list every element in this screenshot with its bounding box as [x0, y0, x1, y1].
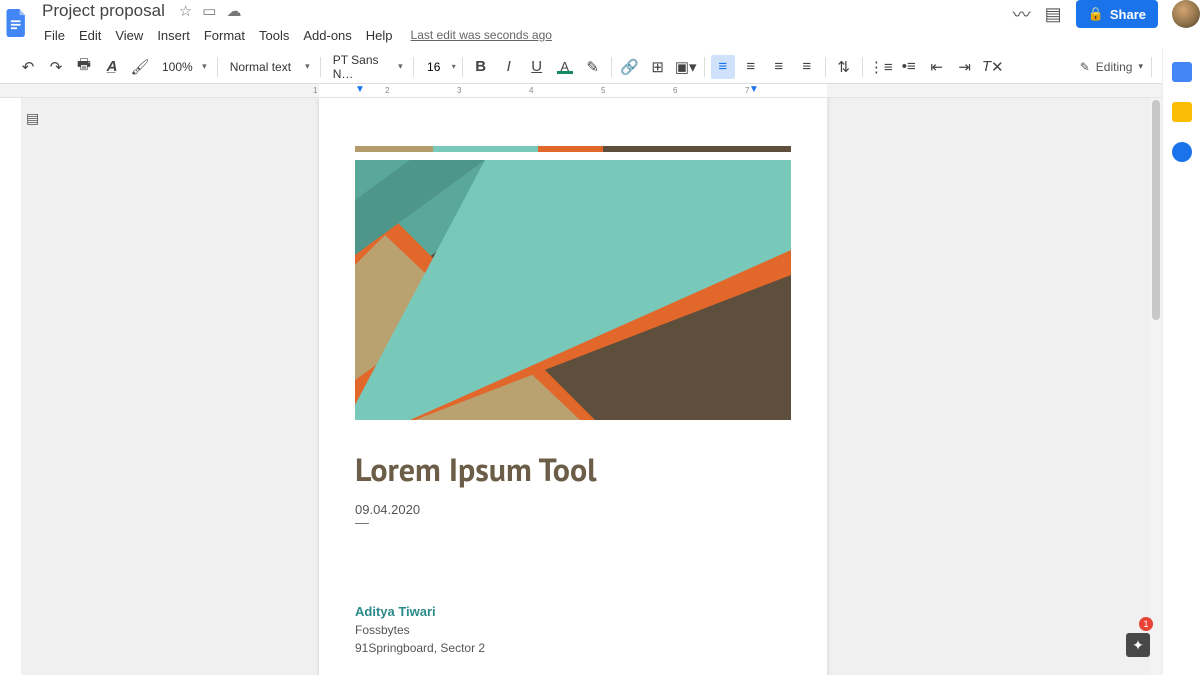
- menu-tools[interactable]: Tools: [253, 26, 295, 45]
- user-avatar[interactable]: [1172, 0, 1200, 28]
- numbered-list-button[interactable]: ⋮≡: [869, 55, 893, 79]
- zoom-select[interactable]: 100%: [156, 57, 211, 77]
- bulleted-list-button[interactable]: •≡: [897, 55, 921, 79]
- comments-icon[interactable]: ▤: [1045, 4, 1062, 25]
- undo-button[interactable]: ↶: [16, 55, 40, 79]
- menu-insert[interactable]: Insert: [151, 26, 196, 45]
- bold-button[interactable]: B: [469, 55, 493, 79]
- header-image[interactable]: [355, 146, 791, 420]
- align-justify-button[interactable]: ≡: [795, 55, 819, 79]
- underline-button[interactable]: U: [525, 55, 549, 79]
- paragraph-style-select[interactable]: Normal text: [224, 57, 309, 77]
- menu-format[interactable]: Format: [198, 26, 251, 45]
- share-button[interactable]: 🔒Share: [1076, 0, 1158, 28]
- star-icon[interactable]: ☆: [179, 2, 192, 20]
- document-page[interactable]: Lorem Ipsum Tool 09.04.2020 Aditya Tiwar…: [319, 98, 827, 675]
- font-select[interactable]: PT Sans N…: [327, 50, 407, 84]
- move-to-folder-icon[interactable]: ▭: [202, 2, 216, 20]
- redo-button[interactable]: ↷: [44, 55, 68, 79]
- paint-format-button[interactable]: 🖌: [128, 55, 152, 79]
- document-heading[interactable]: Lorem Ipsum Tool: [355, 448, 791, 490]
- menu-addons[interactable]: Add-ons: [297, 26, 357, 45]
- side-panel: [1162, 48, 1200, 675]
- horizontal-ruler[interactable]: 1 2 3 4 5 6 7 ▼ ▼: [0, 84, 1200, 98]
- author-org[interactable]: Fossbytes: [355, 623, 791, 637]
- toolbar: ↶ ↷ 🖶 A̲ 🖌 100% Normal text PT Sans N… 1…: [0, 50, 1200, 84]
- italic-button[interactable]: I: [497, 55, 521, 79]
- menu-view[interactable]: View: [109, 26, 149, 45]
- menu-file[interactable]: File: [38, 26, 71, 45]
- print-button[interactable]: 🖶: [72, 55, 96, 79]
- cloud-saved-icon: ☁: [226, 2, 241, 20]
- document-title[interactable]: Project proposal: [38, 0, 169, 23]
- insert-comment-button[interactable]: ⊞: [646, 55, 670, 79]
- increase-indent-button[interactable]: ⇥: [953, 55, 977, 79]
- spellcheck-button[interactable]: A̲: [100, 55, 124, 79]
- right-indent-marker-icon[interactable]: ▼: [749, 84, 759, 95]
- vertical-ruler[interactable]: [0, 98, 22, 675]
- highlight-button[interactable]: ✎: [581, 55, 605, 79]
- docs-logo[interactable]: [4, 6, 30, 40]
- activity-icon[interactable]: 〰: [1013, 1, 1031, 27]
- document-outline-button[interactable]: ▤: [26, 110, 44, 128]
- align-left-button[interactable]: ≡: [711, 55, 735, 79]
- calendar-addon-icon[interactable]: [1172, 62, 1192, 82]
- menu-bar: File Edit View Insert Format Tools Add-o…: [38, 24, 1013, 46]
- clear-formatting-button[interactable]: T✕: [981, 55, 1005, 79]
- document-date[interactable]: 09.04.2020: [355, 502, 791, 517]
- text-color-button[interactable]: A: [553, 55, 577, 79]
- pencil-icon: ✎: [1080, 60, 1090, 74]
- decrease-indent-button[interactable]: ⇤: [925, 55, 949, 79]
- author-address[interactable]: 91Springboard, Sector 2: [355, 641, 791, 655]
- explore-button[interactable]: ✦: [1126, 633, 1150, 657]
- keep-addon-icon[interactable]: [1172, 102, 1192, 122]
- tasks-addon-icon[interactable]: [1172, 142, 1192, 162]
- align-center-button[interactable]: ≡: [739, 55, 763, 79]
- divider: [355, 523, 369, 524]
- font-size-input[interactable]: 16: [420, 57, 448, 77]
- author-name[interactable]: Aditya Tiwari: [355, 604, 791, 619]
- line-spacing-button[interactable]: ⇅: [832, 55, 856, 79]
- last-edit-link[interactable]: Last edit was seconds ago: [411, 28, 552, 42]
- indent-marker-icon[interactable]: ▼: [355, 84, 365, 95]
- notification-badge[interactable]: 1: [1139, 617, 1153, 631]
- insert-image-button[interactable]: ▣▾: [674, 55, 698, 79]
- editing-mode-select[interactable]: Editing: [1096, 60, 1133, 74]
- align-right-button[interactable]: ≡: [767, 55, 791, 79]
- menu-help[interactable]: Help: [360, 26, 399, 45]
- insert-link-button[interactable]: 🔗: [618, 55, 642, 79]
- vertical-scrollbar[interactable]: [1150, 98, 1162, 675]
- lock-icon: 🔒: [1088, 6, 1104, 22]
- menu-edit[interactable]: Edit: [73, 26, 107, 45]
